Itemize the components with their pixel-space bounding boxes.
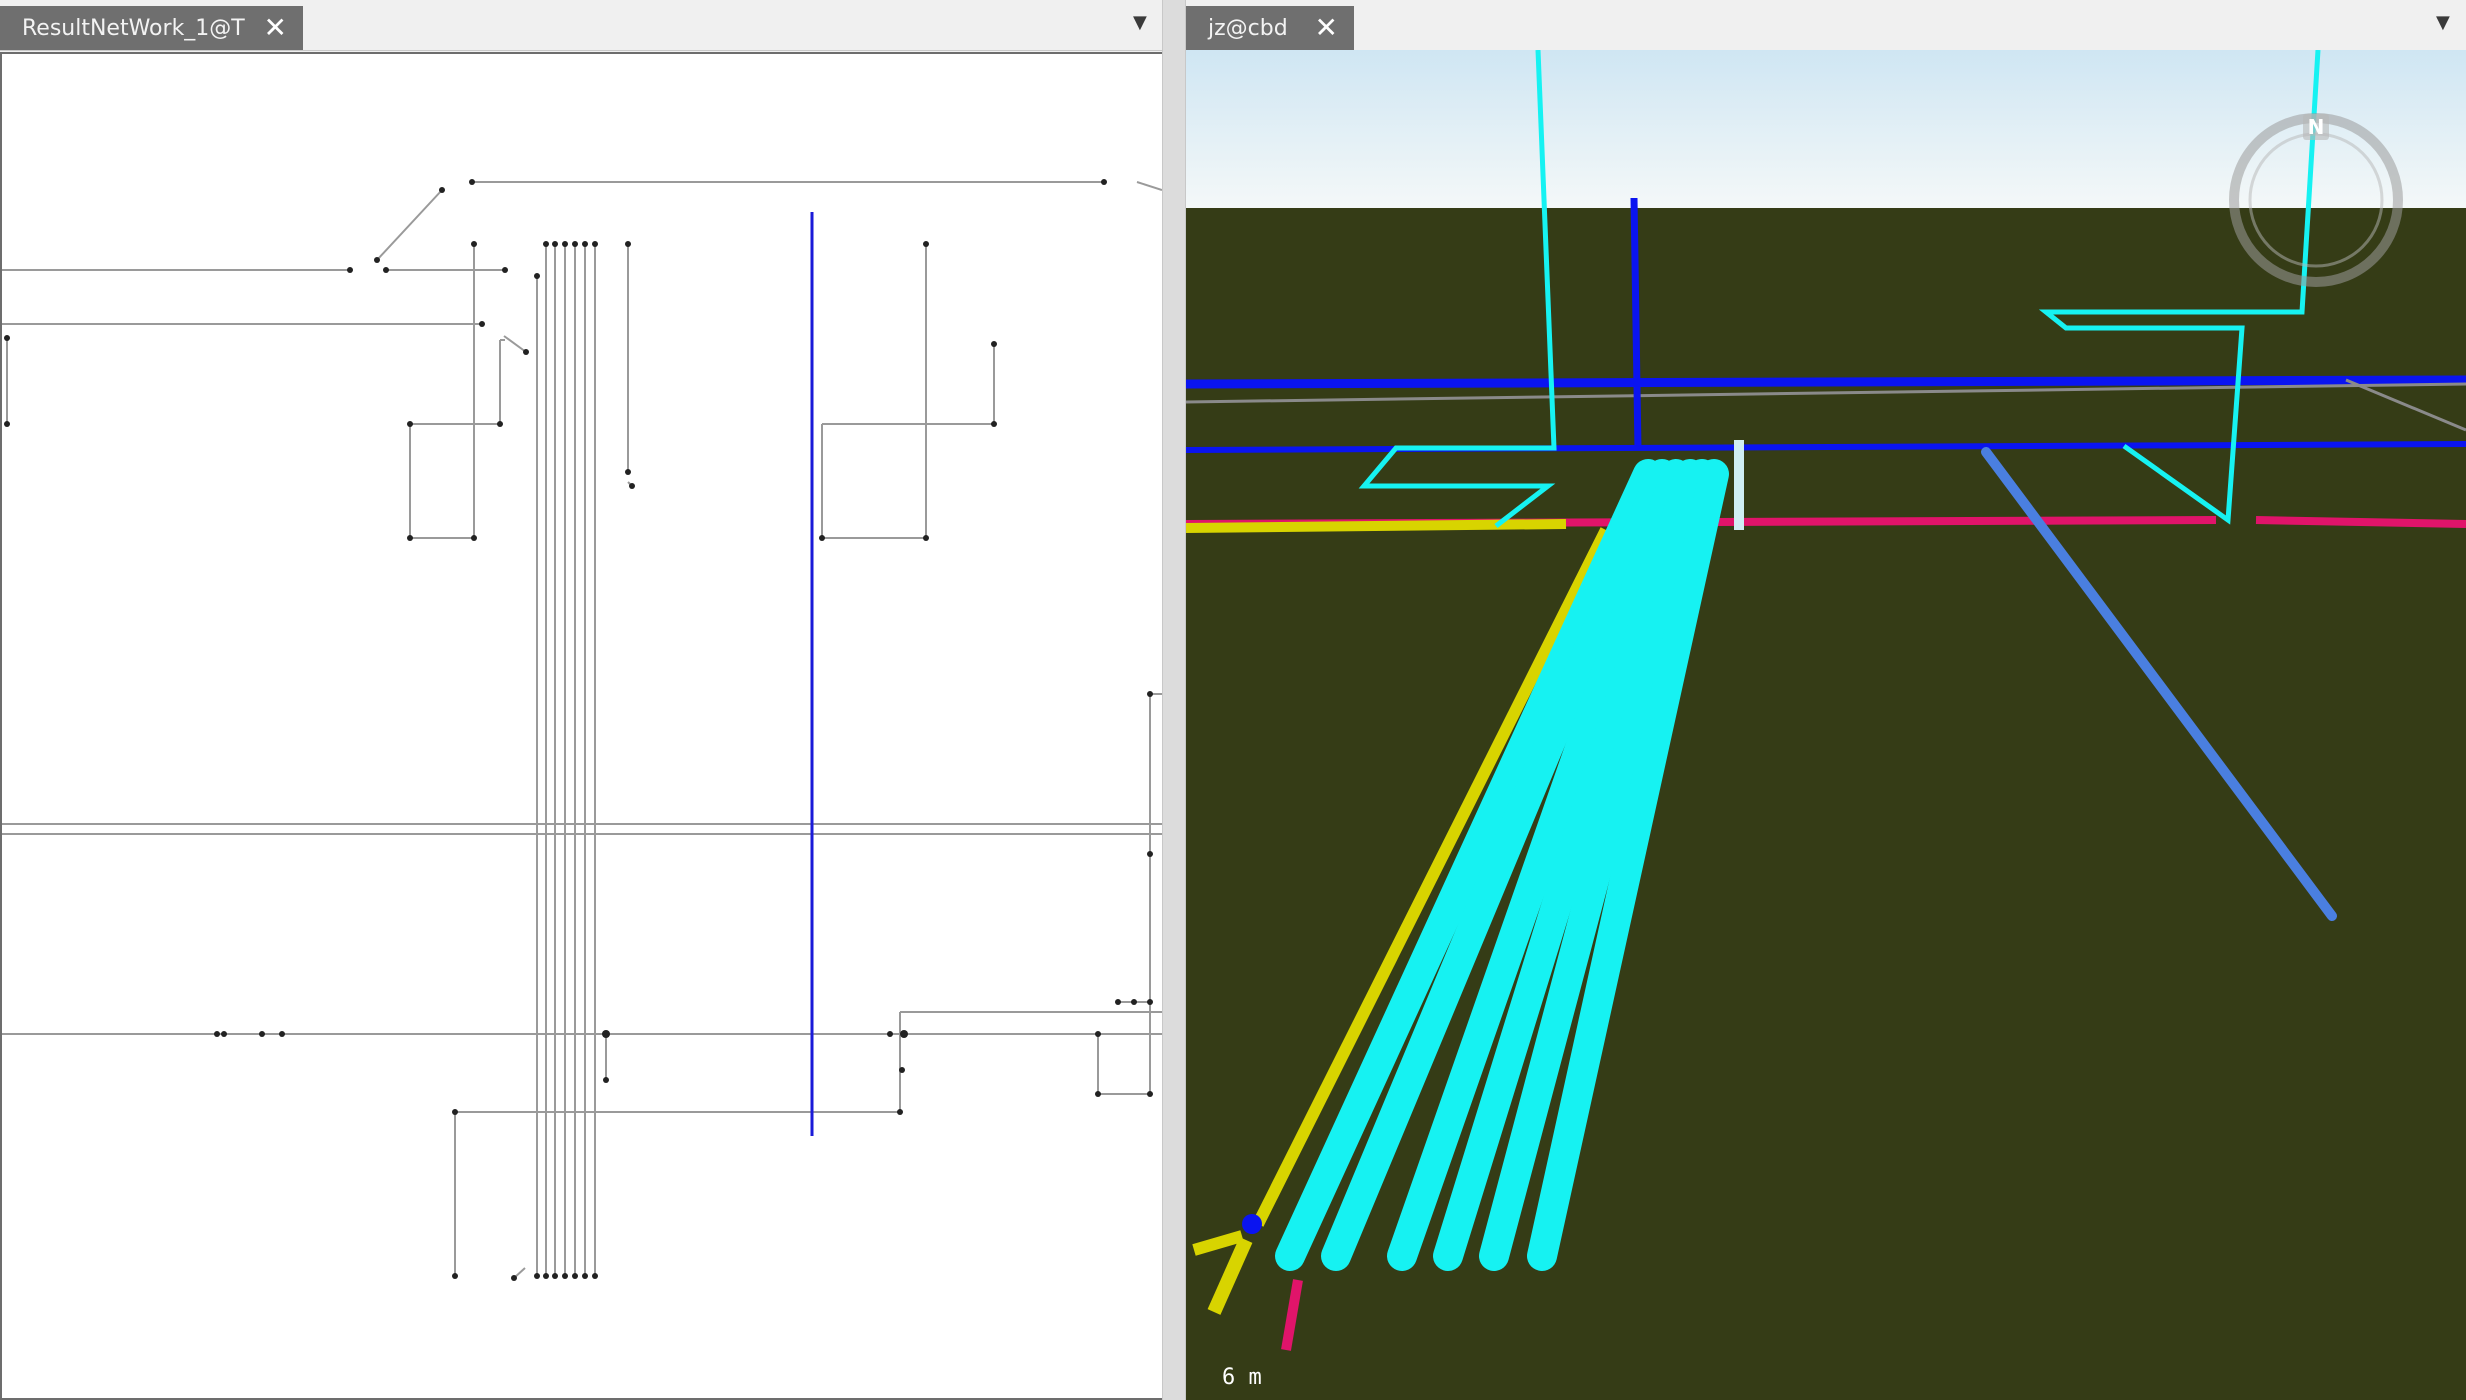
network-edges [2, 181, 1162, 1279]
close-icon[interactable]: ✕ [264, 13, 287, 43]
pane-splitter[interactable] [1162, 0, 1186, 1400]
network-nodes [4, 179, 1153, 1281]
network-map-canvas[interactable] [0, 52, 1162, 1400]
chevron-down-icon[interactable]: ▼ [2436, 12, 2450, 33]
magenta-pipe-east [2255, 516, 2466, 528]
close-icon[interactable]: ✕ [1315, 13, 1338, 43]
scale-bar-label: 6 m [1222, 1365, 1262, 1390]
network-2d-pane: ResultNetWork_1@T ✕ ▼ [0, 0, 1170, 1400]
tab-jz-cbd[interactable]: jz@cbd ✕ [1186, 6, 1354, 50]
yellow-main [1186, 519, 1567, 533]
tab-resultnetwork-label: ResultNetWork_1@T [22, 15, 245, 41]
valve-node [1242, 1214, 1262, 1234]
blue-main-pipe [1186, 375, 2466, 389]
scene-3d-canvas[interactable]: N 6 m [1186, 50, 2466, 1400]
tab-jz-cbd-label: jz@cbd [1208, 15, 1288, 41]
compass-north-label: N [2308, 115, 2325, 139]
right-tabstrip: jz@cbd ✕ ▼ [1186, 0, 2466, 51]
chevron-down-icon[interactable]: ▼ [1133, 12, 1147, 33]
blue-riser [1630, 197, 1642, 451]
scene-drawing: N [1186, 50, 2466, 1400]
tab-resultnetwork[interactable]: ResultNetWork_1@T ✕ [0, 6, 303, 50]
valve-marker [1734, 440, 1744, 530]
scene-3d-pane: jz@cbd ✕ ▼ N 6 m [1186, 0, 2466, 1400]
left-tabstrip: ResultNetWork_1@T ✕ ▼ [0, 0, 1170, 51]
network-drawing [2, 179, 1162, 1281]
